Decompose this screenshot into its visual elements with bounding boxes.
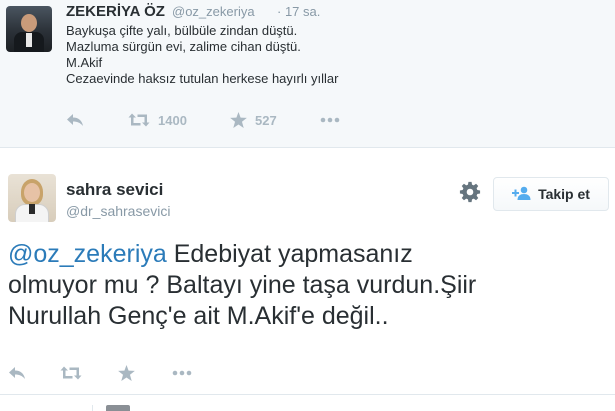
author-name[interactable]: ZEKERİYA ÖZ	[66, 3, 165, 20]
tweet-text-line: Nurullah Genç'e ait M.Akif'e değil..	[8, 302, 389, 330]
avatar[interactable]	[106, 405, 130, 411]
favorite-button[interactable]	[118, 363, 135, 383]
favorite-icon	[118, 365, 135, 381]
tweet-text-line: @oz_zekeriya Edebiyat yapmasanız	[8, 239, 608, 270]
author-handle[interactable]: @oz_zekeriya	[172, 4, 255, 19]
reply-button[interactable]	[66, 110, 84, 130]
retweet-count: 1400	[158, 112, 187, 128]
more-icon	[320, 117, 340, 123]
tweet-text-line: olmuyor mu ? Baltayı yine taşa vurdun.Şi…	[8, 271, 477, 299]
author-handle[interactable]: @dr_sahrasevici	[66, 203, 170, 219]
avatar[interactable]	[8, 174, 56, 222]
conversation-line	[92, 405, 93, 411]
favorite-icon	[230, 112, 247, 128]
more-button[interactable]	[320, 110, 340, 130]
retweet-icon	[128, 113, 150, 127]
reply-button[interactable]	[8, 363, 26, 383]
favorite-button[interactable]: 527	[230, 110, 277, 130]
tweet-text: @oz_zekeriya Edebiyat yapmasanız olmuyor…	[8, 239, 608, 332]
tweet-text-line: Baykuşa çifte yalı, bülbüle zindan düştü…	[66, 23, 298, 38]
follow-button[interactable]: Takip et	[493, 177, 609, 211]
avatar[interactable]	[6, 6, 52, 52]
tweet-text-fragment: Edebiyat yapmasanız	[166, 240, 413, 268]
tweet-text: Baykuşa çifte yalı, bülbüle zindan düştü…	[66, 23, 338, 87]
follow-label: Takip et	[538, 186, 590, 202]
more-icon	[172, 370, 192, 376]
tweet-text-line: M.Akif	[66, 55, 103, 70]
tweet-text-line: Mazluma sürgün evi, zalime cihan düştü.	[66, 39, 301, 54]
tweet-text-line: Cezaevinde haksız tutulan herkese hayırl…	[66, 71, 339, 86]
divider	[0, 394, 615, 395]
mention-link[interactable]: @oz_zekeriya	[8, 240, 167, 268]
retweet-icon	[60, 366, 82, 380]
retweet-button[interactable]: 1400	[128, 110, 187, 130]
gear-icon	[459, 181, 481, 208]
author-name[interactable]: sahra sevici	[66, 180, 163, 200]
add-user-icon	[512, 186, 532, 203]
favorite-count: 527	[255, 112, 277, 128]
more-button[interactable]	[172, 363, 192, 383]
reply-icon	[66, 113, 84, 127]
tweet-timestamp[interactable]: · 17 sa.	[277, 4, 320, 19]
context-tweet: ZEKERİYA ÖZ @oz_zekeriya · 17 sa. Baykuş…	[0, 0, 615, 148]
retweet-button[interactable]	[60, 363, 82, 383]
user-actions-button[interactable]	[457, 181, 483, 207]
reply-icon	[8, 366, 26, 380]
main-tweet: sahra sevici @dr_sahrasevici Takip et @o…	[0, 149, 615, 411]
